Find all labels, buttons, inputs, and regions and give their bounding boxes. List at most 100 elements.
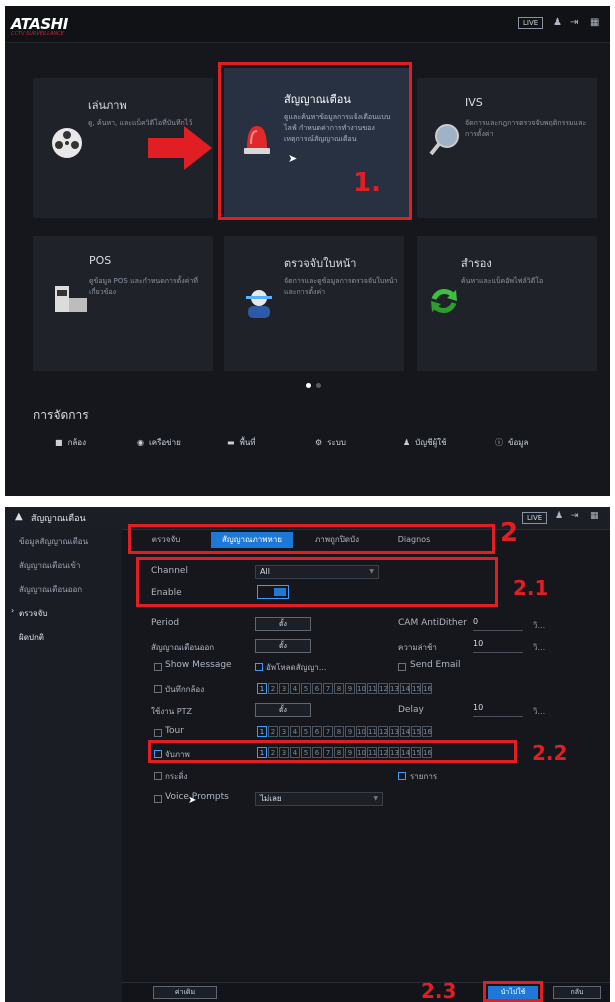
live-button[interactable]: LIVE xyxy=(518,17,544,29)
tour-channel-10[interactable]: 10 xyxy=(356,726,366,737)
voice-prompts-label: Voice Prompts xyxy=(165,792,229,802)
mgmt-storage[interactable]: ▬ พื้นที่ xyxy=(227,436,315,449)
buzzer-checkbox[interactable] xyxy=(154,772,162,780)
tour-channel-2[interactable]: 2 xyxy=(268,726,278,737)
camera-icon: ■ xyxy=(55,438,63,447)
live-button-2[interactable]: LIVE xyxy=(522,512,548,524)
tour-channel-3[interactable]: 3 xyxy=(279,726,289,737)
mgmt-info[interactable]: ⓘ ข้อมูล xyxy=(495,436,565,449)
tour-channel-4[interactable]: 4 xyxy=(290,726,300,737)
tile-backup-desc: ค้นหาและแบ็คอัพไฟล์วิดีโอ xyxy=(461,277,544,285)
chevron-right-icon: › xyxy=(11,606,15,615)
record-channel-9[interactable]: 9 xyxy=(345,683,355,694)
upload-alarm-label: อัพโหลดสัญญา... xyxy=(266,663,327,672)
period-setting-button[interactable]: ตั้ง xyxy=(255,617,311,631)
record-channel-13[interactable]: 13 xyxy=(389,683,399,694)
tour-channel-15[interactable]: 15 xyxy=(411,726,421,737)
tour-channel-9[interactable]: 9 xyxy=(345,726,355,737)
record-channel-15[interactable]: 15 xyxy=(411,683,421,694)
record-channel-6[interactable]: 6 xyxy=(312,683,322,694)
tour-channel-7[interactable]: 7 xyxy=(323,726,333,737)
sidebar-item-abnormal[interactable]: ผิดปกติ xyxy=(19,631,44,644)
upload-alarm-checkbox[interactable] xyxy=(255,663,263,671)
tour-channel-6[interactable]: 6 xyxy=(312,726,322,737)
sidebar-item-alarm-out[interactable]: สัญญาณเตือนออก xyxy=(19,583,82,596)
management-bar: ■ กล้อง ◉ เครือข่าย ▬ พื้นที่ ⚙ ระบบ ♟ บ… xyxy=(55,436,565,449)
mgmt-account[interactable]: ♟ บัญชีผู้ใช้ xyxy=(403,436,495,449)
management-title: การจัดการ xyxy=(33,408,89,422)
face-scan-icon xyxy=(246,290,272,318)
red-arrow-icon xyxy=(148,126,212,170)
tour-channel-1[interactable]: 1 xyxy=(257,726,267,737)
default-button[interactable]: ค่าเดิม xyxy=(153,986,217,999)
tile-face-desc: จัดการและดูข้อมูลการตรวจจับใบหน้าและการต… xyxy=(284,277,398,296)
tour-channel-13[interactable]: 13 xyxy=(389,726,399,737)
tile-pos[interactable]: POS ดูข้อมูล POS และกำหนดการตั้งค่าที่เก… xyxy=(33,236,213,371)
cam-antidither-input[interactable]: 0 xyxy=(473,617,523,631)
mgmt-camera[interactable]: ■ กล้อง xyxy=(55,436,137,449)
sidebar-item-alarm-in[interactable]: สัญญาณเตือนเข้า xyxy=(19,559,80,572)
record-channel-4[interactable]: 4 xyxy=(290,683,300,694)
brand-logo-sub: CCTV SURVEILLANCE xyxy=(11,31,64,37)
record-channel-5[interactable]: 5 xyxy=(301,683,311,694)
main-menu-panel: ATASHI CCTV SURVEILLANCE LIVE ♟ ⇥ ▦ เล่น… xyxy=(5,6,610,496)
sidebar-item-alarm-info[interactable]: ข้อมูลสัญญาณเตือน xyxy=(19,535,88,548)
logout-icon-2[interactable]: ⇥ xyxy=(571,511,579,521)
ptz-setting-button[interactable]: ตั้ง xyxy=(255,703,311,717)
record-channel-row: 1 2 3 4 5 6 7 8 9 10 11 12 13 14 15 16 xyxy=(257,683,432,694)
grid-icon-2[interactable]: ▦ xyxy=(590,511,599,521)
back-button[interactable]: กลับ xyxy=(553,986,601,999)
record-channel-1[interactable]: 1 xyxy=(257,683,267,694)
buzzer-label: กระดิ่ง xyxy=(165,772,188,781)
highlight-box-1 xyxy=(218,62,412,220)
record-channel-12[interactable]: 12 xyxy=(378,683,388,694)
page-dot[interactable] xyxy=(316,383,321,388)
logout-icon[interactable]: ⇥ xyxy=(570,17,578,28)
callout-2-2: 2.2 xyxy=(532,741,568,765)
page-dot-active[interactable] xyxy=(306,383,311,388)
delay-input[interactable]: 10 xyxy=(473,703,523,717)
tour-channel-12[interactable]: 12 xyxy=(378,726,388,737)
voice-prompts-select[interactable]: ไม่เลย ▼ xyxy=(255,792,383,806)
unit-sec-1: วิ... xyxy=(533,621,546,630)
tour-channel-16[interactable]: 16 xyxy=(422,726,432,737)
record-channel-3[interactable]: 3 xyxy=(279,683,289,694)
tile-ivs[interactable]: IVS จัดการและกฎการตรวจจับพฤติกรรมและการต… xyxy=(417,78,597,218)
record-checkbox[interactable] xyxy=(154,685,162,693)
pos-terminal-icon xyxy=(55,286,87,312)
record-channel-11[interactable]: 11 xyxy=(367,683,377,694)
tour-checkbox[interactable] xyxy=(154,729,162,737)
tour-channel-5[interactable]: 5 xyxy=(301,726,311,737)
sidebar-item-detection[interactable]: ตรวจจับ xyxy=(19,607,47,620)
film-reel-icon xyxy=(52,128,82,158)
show-message-checkbox[interactable] xyxy=(154,663,162,671)
record-channel-16[interactable]: 16 xyxy=(422,683,432,694)
show-message-label: Show Message xyxy=(165,660,232,670)
chevron-down-icon-2: ▼ xyxy=(373,795,378,802)
record-channel-8[interactable]: 8 xyxy=(334,683,344,694)
voice-prompts-value: ไม่เลย xyxy=(260,794,282,803)
cam-antidither-label: CAM AntiDither xyxy=(398,618,467,628)
user-icon-2[interactable]: ♟ xyxy=(555,511,563,521)
grid-icon[interactable]: ▦ xyxy=(590,17,599,28)
alarm-out-setting-button[interactable]: ตั้ง xyxy=(255,639,311,653)
record-channel-14[interactable]: 14 xyxy=(400,683,410,694)
period-label: Period xyxy=(151,618,180,628)
log-checkbox[interactable] xyxy=(398,772,406,780)
tile-face-detection[interactable]: ตรวจจับใบหน้า จัดการและดูข้อมูลการตรวจจั… xyxy=(224,236,404,371)
tour-channel-14[interactable]: 14 xyxy=(400,726,410,737)
send-email-checkbox[interactable] xyxy=(398,663,406,671)
user-icon[interactable]: ♟ xyxy=(553,17,562,28)
voice-prompts-checkbox[interactable] xyxy=(154,795,162,803)
tile-backup[interactable]: สำรอง ค้นหาและแบ็คอัพไฟล์วิดีโอ xyxy=(417,236,597,371)
delay-label: Delay xyxy=(398,705,424,715)
unit-sec-3: วิ... xyxy=(533,707,546,716)
mgmt-network[interactable]: ◉ เครือข่าย xyxy=(137,436,227,449)
record-channel-10[interactable]: 10 xyxy=(356,683,366,694)
record-channel-2[interactable]: 2 xyxy=(268,683,278,694)
record-channel-7[interactable]: 7 xyxy=(323,683,333,694)
tour-channel-8[interactable]: 8 xyxy=(334,726,344,737)
latch-input[interactable]: 10 xyxy=(473,639,523,653)
mgmt-system[interactable]: ⚙ ระบบ xyxy=(315,436,403,449)
tour-channel-11[interactable]: 11 xyxy=(367,726,377,737)
